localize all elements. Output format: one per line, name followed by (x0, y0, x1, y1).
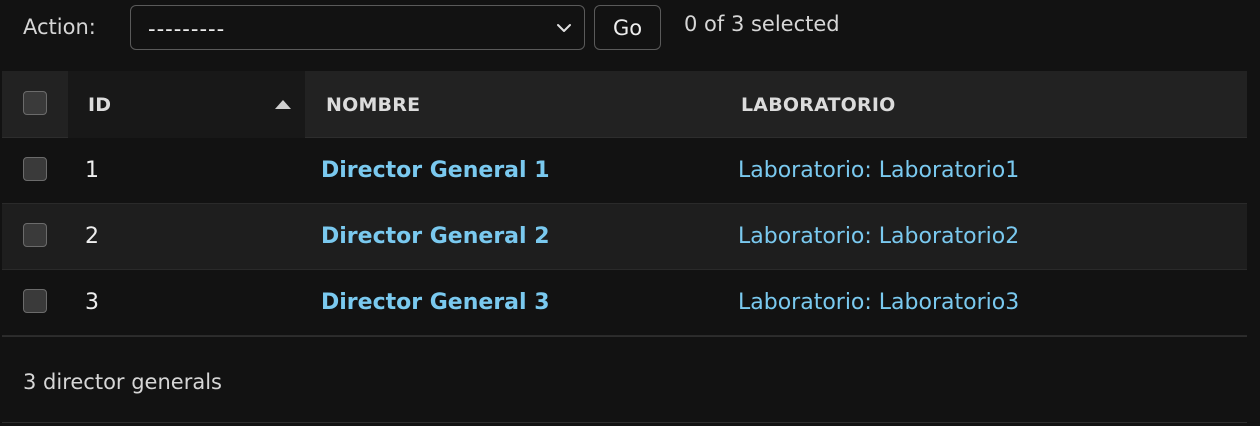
sort-ascending-icon[interactable] (275, 100, 291, 109)
table-header: ID NOMBRE LABORATORIO (2, 71, 1247, 138)
row-nombre-link[interactable]: Director General 2 (321, 224, 550, 249)
action-select-value: --------- (148, 17, 226, 41)
action-label: Action: (23, 15, 96, 39)
chevron-down-icon (557, 24, 571, 32)
column-header-nombre-label: NOMBRE (326, 94, 421, 116)
row-checkbox[interactable] (23, 289, 47, 313)
column-header-nombre[interactable]: NOMBRE (305, 71, 720, 138)
row-id: 1 (85, 158, 99, 183)
row-id: 2 (85, 224, 99, 249)
column-header-laboratorio-label: LABORATORIO (741, 94, 896, 116)
table-row: 3 Director General 3 Laboratorio: Labora… (2, 270, 1247, 336)
action-select[interactable]: --------- (130, 5, 585, 50)
row-id: 3 (85, 290, 99, 315)
row-nombre-link[interactable]: Director General 1 (321, 158, 550, 183)
row-nombre-link[interactable]: Director General 3 (321, 290, 550, 315)
selection-counter: 0 of 3 selected (684, 12, 840, 36)
row-laboratorio-link[interactable]: Laboratorio: Laboratorio2 (738, 224, 1019, 249)
column-header-laboratorio[interactable]: LABORATORIO (720, 71, 1247, 138)
result-count: 3 director generals (23, 370, 222, 394)
table-row: 2 Director General 2 Laboratorio: Labora… (2, 204, 1247, 270)
go-button[interactable]: Go (594, 5, 661, 50)
column-header-id[interactable]: ID (68, 71, 305, 138)
header-select-all-cell (2, 71, 68, 138)
paginator: 3 director generals (2, 336, 1247, 423)
results-table: ID NOMBRE LABORATORIO 1 Director General… (2, 71, 1247, 336)
row-laboratorio-link[interactable]: Laboratorio: Laboratorio1 (738, 158, 1019, 183)
actions-bar: Action: --------- Go 0 of 3 selected (0, 0, 1260, 62)
table-row: 1 Director General 1 Laboratorio: Labora… (2, 138, 1247, 204)
row-checkbox[interactable] (23, 223, 47, 247)
select-all-checkbox[interactable] (23, 91, 47, 115)
row-laboratorio-link[interactable]: Laboratorio: Laboratorio3 (738, 290, 1019, 315)
row-checkbox[interactable] (23, 157, 47, 181)
column-header-id-label: ID (88, 94, 112, 116)
